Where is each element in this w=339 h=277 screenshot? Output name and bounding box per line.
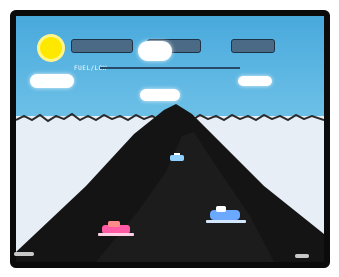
corner-marker <box>295 254 309 258</box>
game-screen[interactable]: FUEL/LOW <box>16 16 324 262</box>
enemy-snowmobile-icon <box>206 206 246 223</box>
enemy-marker-icon <box>170 153 184 161</box>
corner-marker <box>14 252 34 256</box>
mountain <box>16 104 324 262</box>
player-snowmobile-icon <box>98 221 134 236</box>
